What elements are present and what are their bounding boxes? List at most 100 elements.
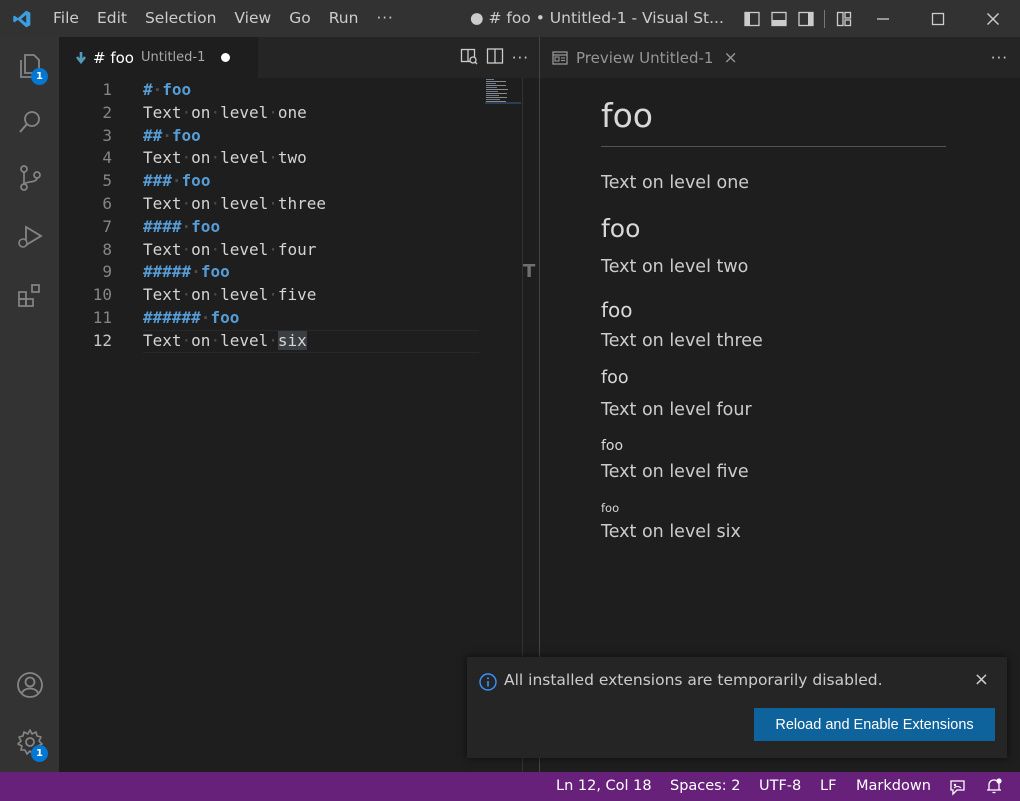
toggle-primary-sidebar-icon[interactable]	[738, 0, 765, 37]
code-line[interactable]: 10 Text·on·level·five	[59, 284, 539, 306]
code-line[interactable]: 9 #####·foo	[59, 261, 539, 283]
menu-go[interactable]: Go	[280, 0, 320, 37]
code-line[interactable]: 3 ##·foo	[59, 125, 539, 147]
editor-actions: ···	[460, 37, 529, 78]
whitespace-dot: ·	[268, 330, 278, 350]
whitespace-dot: ·	[181, 330, 192, 350]
preview-paragraph: Text on level six	[601, 522, 741, 542]
preview-heading-h6: foo	[601, 501, 620, 515]
search-icon[interactable]	[0, 94, 59, 150]
code-word: level	[220, 285, 269, 305]
code-line[interactable]: 6 Text·on·level·three	[59, 193, 539, 215]
code-word: Text	[143, 330, 182, 350]
info-icon	[479, 673, 497, 695]
code-line[interactable]: 8 Text·on·level·four	[59, 239, 539, 261]
heading-marker: #####	[143, 262, 192, 282]
feedback-icon[interactable]	[949, 778, 966, 796]
code-line[interactable]: 7 ####·foo	[59, 216, 539, 238]
text-source: Text·on·level·one	[143, 102, 307, 124]
file-encoding[interactable]: UTF-8	[759, 772, 801, 801]
preview-paragraph: Text on level one	[601, 173, 750, 193]
toggle-secondary-sidebar-icon[interactable]	[792, 0, 819, 37]
whitespace-dot: ·	[268, 102, 278, 122]
menu-view[interactable]: View	[225, 0, 280, 37]
heading-text: foo	[210, 308, 240, 327]
menu-file[interactable]: File	[44, 0, 88, 37]
source-control-icon[interactable]	[0, 150, 59, 206]
window-title: ● # foo • Untitled-1 - Visual St...	[470, 9, 724, 27]
close-tab-icon[interactable]: ×	[723, 48, 737, 68]
activity-bar: 1 1	[0, 37, 59, 772]
line-number: 3	[102, 125, 112, 145]
heading-marker: ####	[143, 216, 182, 236]
extensions-icon[interactable]	[0, 268, 59, 324]
close-notification-icon[interactable]: ×	[974, 669, 989, 690]
heading-source: #####·foo	[143, 261, 230, 283]
title-separator	[824, 9, 825, 28]
menu-run[interactable]: Run	[320, 0, 368, 37]
run-and-debug-icon[interactable]	[0, 208, 59, 264]
code-word: on	[191, 194, 211, 213]
heading-source: ##·foo	[143, 125, 201, 147]
end-of-line[interactable]: LF	[820, 772, 836, 801]
code-line[interactable]: 4 Text·on·level·two	[59, 147, 539, 169]
heading-text: foo	[181, 171, 211, 191]
code-line[interactable]: 1 #·foo	[59, 79, 539, 101]
editor-more-actions[interactable]: ···	[512, 49, 529, 67]
line-number: 1	[102, 80, 112, 99]
manage-gear-icon[interactable]: 1	[0, 714, 59, 770]
split-editor-icon[interactable]	[486, 47, 504, 69]
code-word: level	[220, 102, 269, 122]
open-preview-to-side-icon[interactable]	[460, 47, 478, 69]
preview-heading-h2: foo	[601, 214, 641, 243]
close-window-icon[interactable]	[965, 0, 1020, 37]
notifications-bell-icon[interactable]	[985, 777, 1003, 795]
tab-preview-untitled-1[interactable]: Preview Untitled-1 ×	[540, 37, 738, 78]
code-line[interactable]: 11 ######·foo	[59, 307, 539, 329]
notification-message: All installed extensions are temporarily…	[504, 671, 883, 689]
accounts-icon[interactable]	[0, 657, 59, 713]
reload-enable-extensions-button[interactable]: Reload and Enable Extensions	[754, 708, 995, 741]
line-number: 2	[102, 102, 112, 122]
code-word: Text	[143, 148, 182, 168]
whitespace-dot: ·	[181, 148, 192, 168]
vscode-window: File Edit Selection View Go Run ··· ● # …	[0, 0, 1020, 801]
preview-paragraph: Text on level five	[601, 462, 749, 482]
tab-untitled-1[interactable]: # foo Untitled-1	[59, 37, 258, 78]
heading-marker: ###	[143, 171, 172, 191]
preview-heading-h5: foo	[601, 438, 624, 454]
heading-marker: #	[143, 80, 153, 99]
line-number: 5	[102, 171, 112, 191]
cursor-position[interactable]: Ln 12, Col 18	[556, 772, 652, 801]
whitespace-dot: ·	[210, 239, 221, 259]
unsaved-dot-icon[interactable]	[221, 53, 231, 62]
menu-edit[interactable]: Edit	[88, 0, 136, 37]
vscode-logo-icon	[0, 0, 44, 37]
menu-selection[interactable]: Selection	[136, 0, 225, 37]
code-line[interactable]: 12 Text·on·level·six	[59, 330, 539, 352]
preview-heading-h3: foo	[601, 298, 633, 322]
code-word: on	[191, 148, 211, 168]
heading-marker: ######	[143, 308, 201, 327]
code-word: level	[220, 148, 269, 168]
minimize-icon[interactable]	[855, 0, 910, 37]
indentation[interactable]: Spaces: 2	[670, 772, 740, 801]
language-mode[interactable]: Markdown	[856, 772, 931, 801]
code-word: one	[277, 102, 307, 122]
text-source: Text·on·level·four	[143, 239, 316, 261]
editor-tabs: # foo Untitled-1 ···	[59, 37, 539, 78]
heading-source: #·foo	[143, 79, 191, 101]
preview-more-actions[interactable]: ···	[991, 37, 1008, 78]
preview-tabs: Preview Untitled-1 × ···	[540, 37, 1020, 78]
explorer-icon[interactable]: 1	[0, 38, 59, 94]
menu-more[interactable]: ···	[367, 0, 402, 37]
maximize-icon[interactable]	[910, 0, 965, 37]
code-line[interactable]: 2 Text·on·level·one	[59, 102, 539, 124]
whitespace-dot: ·	[268, 239, 278, 259]
preview-paragraph: Text on level three	[601, 331, 763, 351]
code-line[interactable]: 5 ###·foo	[59, 170, 539, 192]
window-controls	[855, 0, 1020, 37]
customize-layout-icon[interactable]	[830, 0, 857, 37]
text-source: Text·on·level·two	[143, 147, 307, 169]
toggle-panel-icon[interactable]	[765, 0, 792, 37]
